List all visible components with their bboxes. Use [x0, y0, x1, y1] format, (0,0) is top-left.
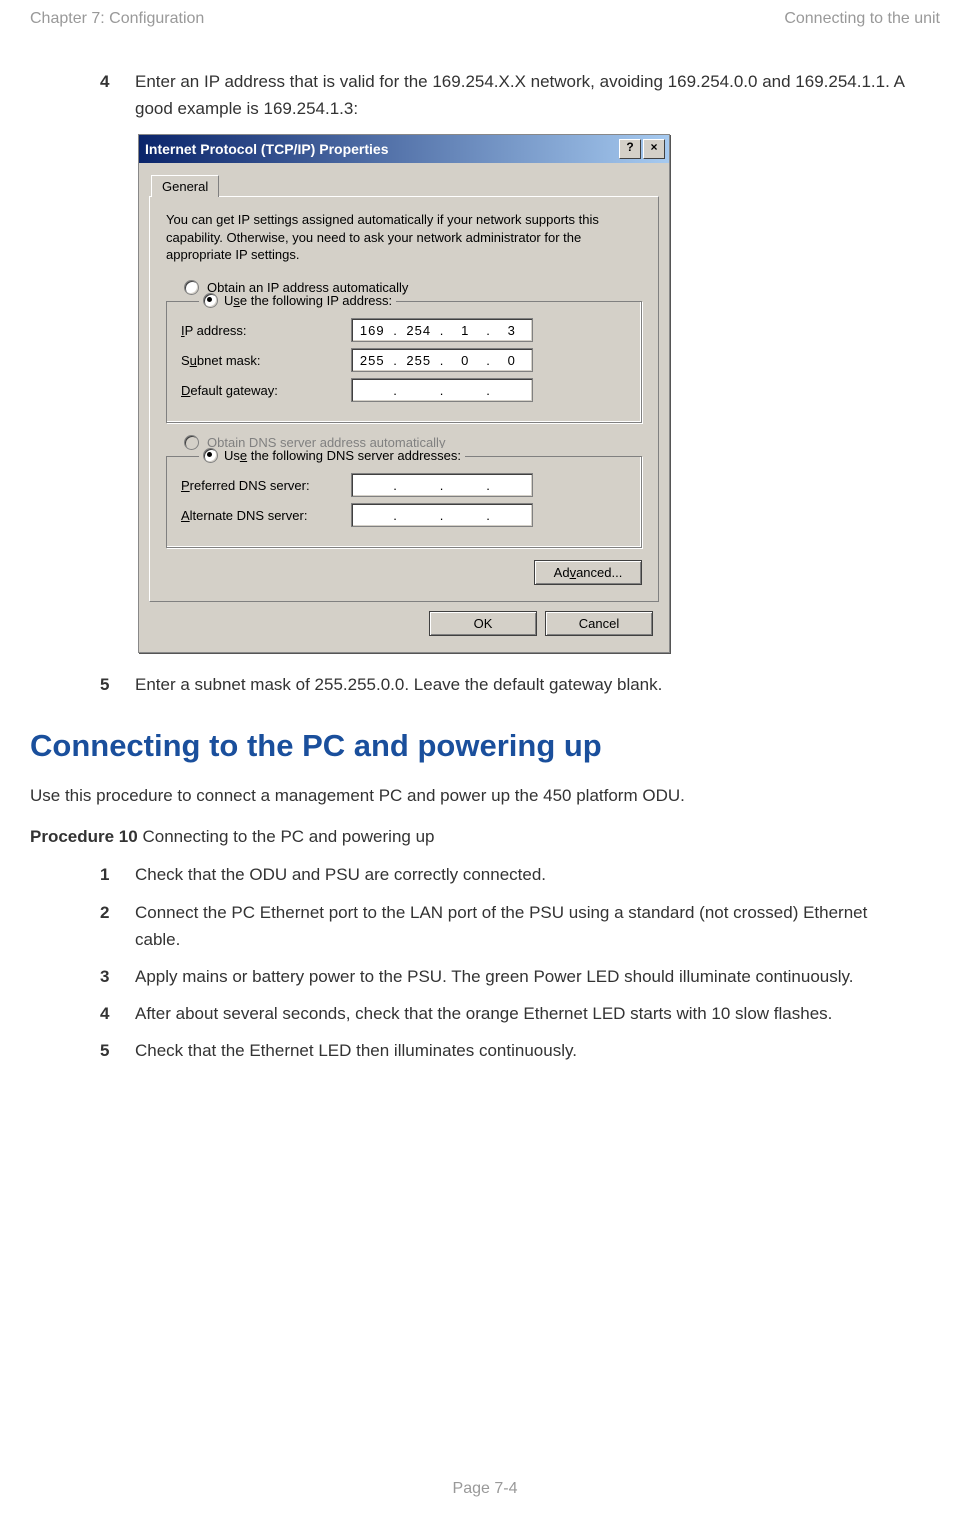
header-left: Chapter 7: Configuration: [30, 10, 204, 28]
radio-icon: [184, 435, 199, 450]
dialog-description: You can get IP settings assigned automat…: [166, 211, 642, 264]
dialog-title: Internet Protocol (TCP/IP) Properties: [145, 141, 388, 157]
ip-octet: 1: [445, 323, 486, 338]
ip-octet: 255: [352, 353, 393, 368]
help-button[interactable]: ?: [619, 139, 641, 159]
ip-octet: 254: [399, 323, 440, 338]
tab-general[interactable]: General: [151, 175, 219, 197]
step-number: 4: [100, 1000, 135, 1027]
radio-icon: [184, 280, 199, 295]
step-text: Apply mains or battery power to the PSU.…: [135, 963, 910, 990]
close-button[interactable]: ×: [643, 139, 665, 159]
ok-button[interactable]: OK: [429, 611, 537, 636]
step-number: 2: [100, 899, 135, 953]
tcpip-properties-dialog: Internet Protocol (TCP/IP) Properties ? …: [138, 134, 670, 653]
proc-step-row: 5 Check that the Ethernet LED then illum…: [100, 1037, 910, 1064]
step-text: Enter a subnet mask of 255.255.0.0. Leav…: [135, 671, 910, 698]
step-number: 5: [100, 1037, 135, 1064]
step-number: 4: [100, 68, 135, 122]
header-right: Connecting to the unit: [784, 10, 940, 28]
page-header: Chapter 7: Configuration Connecting to t…: [30, 10, 940, 28]
step-text: Check that the ODU and PSU are correctly…: [135, 861, 910, 888]
dialog-titlebar: Internet Protocol (TCP/IP) Properties ? …: [139, 135, 669, 163]
step-4-row: 4 Enter an IP address that is valid for …: [100, 68, 910, 122]
procedure-title: Connecting to the PC and powering up: [138, 827, 435, 846]
step-text: Enter an IP address that is valid for th…: [135, 68, 910, 122]
step-number: 1: [100, 861, 135, 888]
step-text: After about several seconds, check that …: [135, 1000, 910, 1027]
proc-step-row: 1 Check that the ODU and PSU are correct…: [100, 861, 910, 888]
alternate-dns-label: Alternate DNS server:: [181, 508, 351, 523]
radio-icon: [203, 293, 218, 308]
default-gateway-label: Default gateway:: [181, 383, 351, 398]
step-text: Connect the PC Ethernet port to the LAN …: [135, 899, 910, 953]
dns-groupbox: Use the following DNS server addresses: …: [166, 456, 642, 548]
cancel-button[interactable]: Cancel: [545, 611, 653, 636]
default-gateway-input[interactable]: . . .: [351, 378, 533, 402]
procedure-label: Procedure 10 Connecting to the PC and po…: [30, 827, 940, 847]
step-number: 5: [100, 671, 135, 698]
ip-octet: 255: [399, 353, 440, 368]
step-number: 3: [100, 963, 135, 990]
ip-octet: 0: [492, 353, 533, 368]
ip-octet: 169: [352, 323, 393, 338]
proc-step-row: 3 Apply mains or battery power to the PS…: [100, 963, 910, 990]
preferred-dns-input[interactable]: . . .: [351, 473, 533, 497]
radio-use-ip[interactable]: Use the following IP address:: [224, 293, 392, 308]
step-text: Check that the Ethernet LED then illumin…: [135, 1037, 910, 1064]
section-intro: Use this procedure to connect a manageme…: [30, 782, 910, 809]
preferred-dns-label: Preferred DNS server:: [181, 478, 351, 493]
alternate-dns-input[interactable]: . . .: [351, 503, 533, 527]
section-heading: Connecting to the PC and powering up: [30, 728, 940, 764]
subnet-mask-input[interactable]: 255. 255. 0. 0: [351, 348, 533, 372]
ip-groupbox: Use the following IP address: IP address…: [166, 301, 642, 423]
advanced-button[interactable]: Advanced...: [534, 560, 642, 585]
procedure-number: Procedure 10: [30, 827, 138, 846]
ip-address-label: IP address:: [181, 323, 351, 338]
ip-address-input[interactable]: 169. 254. 1. 3: [351, 318, 533, 342]
proc-step-row: 4 After about several seconds, check tha…: [100, 1000, 910, 1027]
ip-octet: 0: [445, 353, 486, 368]
step-5-row: 5 Enter a subnet mask of 255.255.0.0. Le…: [100, 671, 910, 698]
ip-octet: 3: [492, 323, 533, 338]
subnet-mask-label: Subnet mask:: [181, 353, 351, 368]
proc-step-row: 2 Connect the PC Ethernet port to the LA…: [100, 899, 910, 953]
radio-icon: [203, 448, 218, 463]
radio-use-dns[interactable]: Use the following DNS server addresses:: [224, 448, 461, 463]
page-footer: Page 7-4: [0, 1480, 970, 1498]
